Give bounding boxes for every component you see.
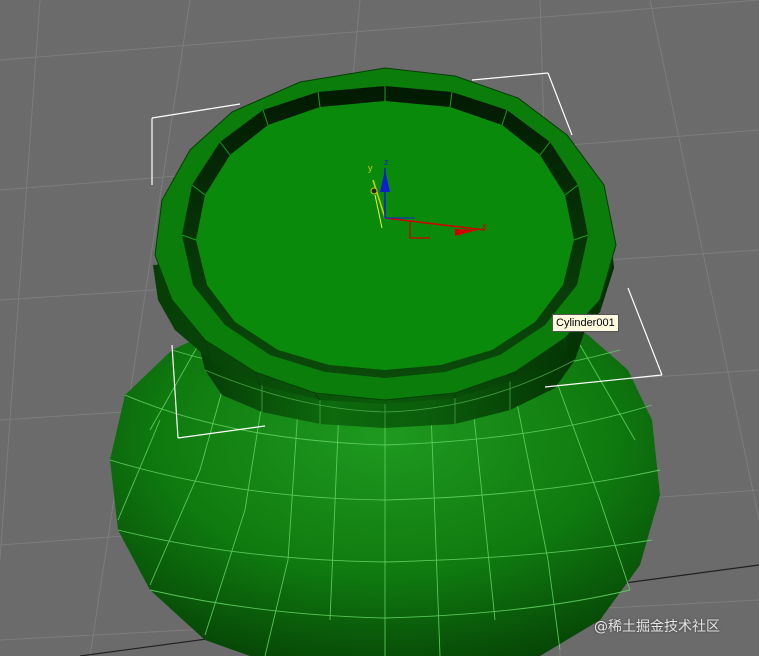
object-name-tooltip: Cylinder001 bbox=[552, 314, 619, 332]
viewport-canvas[interactable]: x y z bbox=[0, 0, 759, 656]
3d-viewport[interactable]: x y z Cylinder001 @稀土掘金技术社区 bbox=[0, 0, 759, 656]
gizmo-x-label: x bbox=[482, 221, 487, 231]
gizmo-y-label: y bbox=[368, 163, 373, 173]
watermark: @稀土掘金技术社区 bbox=[594, 619, 720, 635]
gizmo-z-label: z bbox=[384, 157, 389, 167]
gizmo-y-handle bbox=[370, 187, 378, 195]
vase-inner-floor bbox=[196, 101, 574, 370]
vase-rim bbox=[153, 67, 617, 404]
